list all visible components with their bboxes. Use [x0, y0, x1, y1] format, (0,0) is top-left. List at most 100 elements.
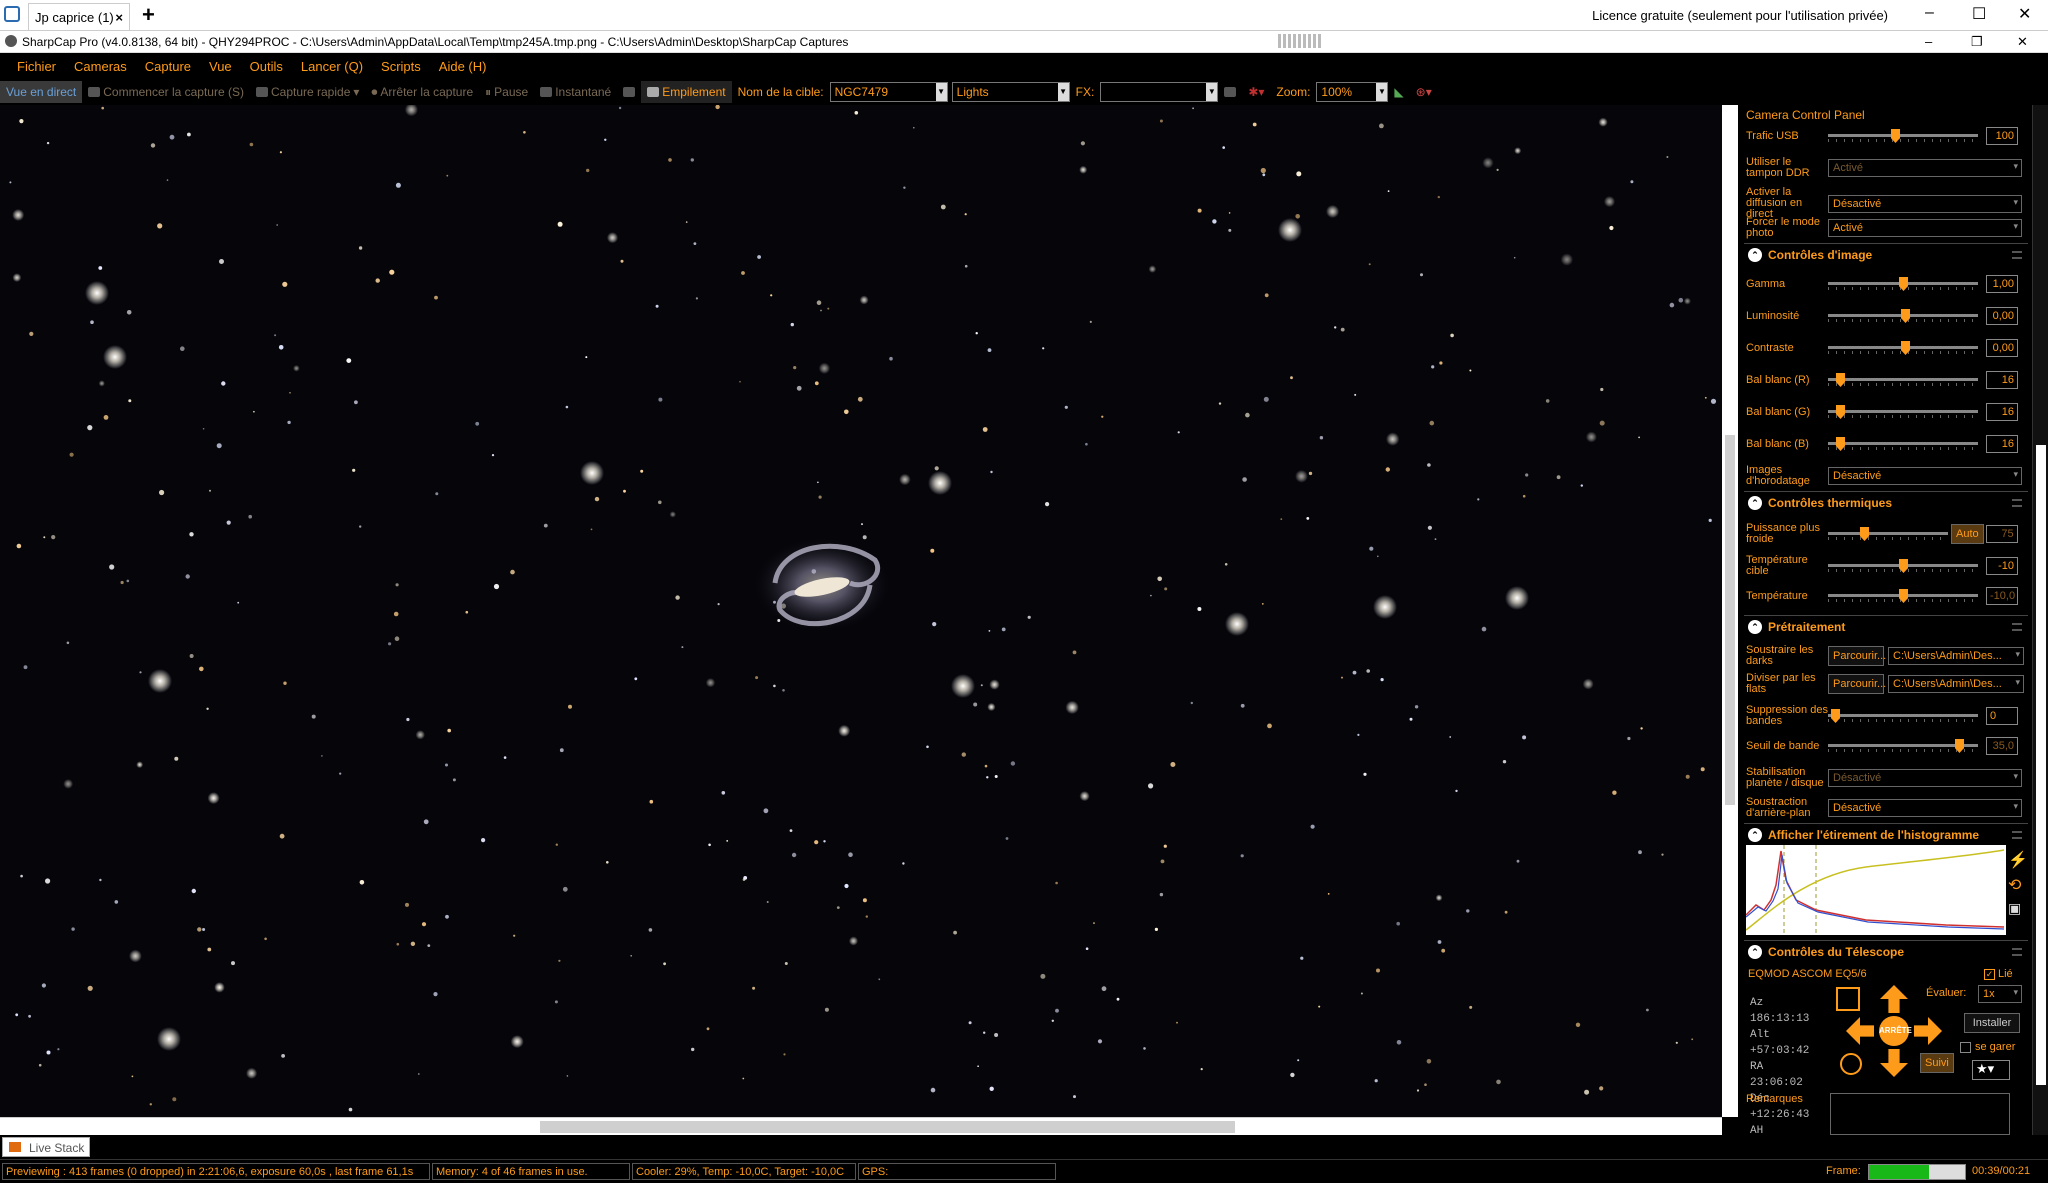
arrow-right-icon[interactable]: [1914, 1017, 1942, 1045]
app-minimize-button[interactable]: –: [1925, 34, 1932, 49]
band-threshold-value[interactable]: 35,0: [1986, 737, 2018, 755]
darks-browse-button[interactable]: Parcourir...: [1828, 646, 1886, 666]
chevron-down-icon[interactable]: ▾: [353, 85, 359, 99]
usb-traffic-slider[interactable]: [1828, 129, 1978, 143]
target-temp-slider[interactable]: [1828, 559, 1978, 573]
menu-file[interactable]: Fichier: [8, 59, 65, 74]
section-menu-icon[interactable]: [2012, 622, 2022, 631]
wb-blue-value[interactable]: 16: [1986, 435, 2018, 453]
rate-select[interactable]: 1x ▾: [1978, 985, 2022, 1003]
collapse-icon[interactable]: ⌃: [1748, 827, 1762, 842]
image-viewer[interactable]: [0, 105, 1722, 1117]
remote-toolbar-icon[interactable]: [1278, 34, 1323, 48]
menu-view[interactable]: Vue: [200, 59, 241, 74]
preprocessing-header[interactable]: ⌃ Prétraitement: [1744, 615, 2028, 637]
stacking-button[interactable]: Empilement: [641, 81, 732, 103]
menu-scripts[interactable]: Scripts: [372, 59, 430, 74]
photo-mode-select[interactable]: Activé ▾: [1828, 219, 2022, 237]
brightness-value[interactable]: 0,00: [1986, 307, 2018, 325]
contrast-value[interactable]: 0,00: [1986, 339, 2018, 357]
chevron-down-icon[interactable]: ▼: [1206, 83, 1218, 101]
display-icon[interactable]: [617, 87, 641, 97]
wb-green-value[interactable]: 16: [1986, 403, 2018, 421]
menu-tools[interactable]: Outils: [241, 59, 292, 74]
timestamp-select[interactable]: Désactivé ▾: [1828, 467, 2022, 485]
gamma-slider[interactable]: [1828, 277, 1978, 291]
stop-mount-button[interactable]: ARRÊTE: [1879, 1016, 1912, 1046]
flats-browse-button[interactable]: Parcourir...: [1828, 674, 1886, 694]
section-menu-icon[interactable]: [2012, 830, 2022, 839]
add-tab-button[interactable]: +: [142, 2, 155, 28]
chevron-down-icon[interactable]: ▼: [935, 83, 947, 101]
install-button[interactable]: Installer: [1964, 1013, 2020, 1033]
zoom-select[interactable]: 100% ▼: [1316, 82, 1389, 102]
menu-help[interactable]: Aide (H): [430, 59, 496, 74]
close-window-button[interactable]: ✕: [2018, 4, 2031, 24]
brightness-slider[interactable]: [1828, 309, 1978, 323]
viewer-horizontal-scrollbar[interactable]: [0, 1117, 1722, 1135]
wb-red-slider[interactable]: [1828, 373, 1978, 387]
gamma-value[interactable]: 1,00: [1986, 275, 2018, 293]
menu-cameras[interactable]: Cameras: [65, 59, 136, 74]
banding-slider[interactable]: [1828, 709, 1978, 723]
scroll-thumb[interactable]: [540, 1121, 1235, 1133]
quick-capture-button[interactable]: Capture rapide ▾: [250, 85, 365, 99]
wb-green-slider[interactable]: [1828, 405, 1978, 419]
arrow-left-icon[interactable]: [1846, 1017, 1874, 1045]
chevron-down-icon[interactable]: ▼: [1376, 83, 1388, 101]
auto-stretch-icon[interactable]: ⚡: [2008, 850, 2028, 872]
flats-path-select[interactable]: C:\Users\Admin\Des... ▾: [1888, 675, 2024, 693]
histogram-plot[interactable]: [1745, 845, 2006, 935]
live-view-button[interactable]: Vue en direct: [0, 81, 83, 103]
band-threshold-slider[interactable]: [1828, 739, 1978, 753]
collapse-icon[interactable]: ⌃: [1748, 619, 1762, 634]
darks-path-select[interactable]: C:\Users\Admin\Des... ▾: [1888, 647, 2024, 665]
save-icon[interactable]: ▣: [2008, 900, 2026, 922]
minimize-button[interactable]: –: [1925, 4, 1934, 22]
home-icon[interactable]: [1840, 1053, 1862, 1075]
image-controls-header[interactable]: ⌃ Contrôles d'image: [1744, 243, 2028, 265]
goto-icon[interactable]: [1836, 987, 1860, 1011]
crosshair-icon[interactable]: ✱▾: [1242, 85, 1270, 99]
telescope-header[interactable]: ⌃ Contrôles du Télescope: [1744, 940, 2028, 962]
remarks-input[interactable]: [1830, 1093, 2010, 1135]
section-menu-icon[interactable]: [2012, 498, 2022, 507]
background-select[interactable]: Désactivé ▾: [1828, 799, 2022, 817]
panel-scrollbar[interactable]: [2032, 105, 2048, 1135]
scroll-thumb[interactable]: [1725, 435, 1735, 805]
park-checkbox[interactable]: se garer: [1960, 1041, 2015, 1053]
collapse-icon[interactable]: ⌃: [1748, 944, 1762, 959]
collapse-icon[interactable]: ⌃: [1748, 247, 1762, 262]
linked-checkbox[interactable]: ✓ Lié: [1984, 968, 2013, 980]
menu-launch[interactable]: Lancer (Q): [292, 59, 372, 74]
collapse-icon[interactable]: ⌃: [1748, 495, 1762, 510]
wb-red-value[interactable]: 16: [1986, 371, 2018, 389]
chevron-down-icon[interactable]: ▼: [1057, 83, 1069, 101]
app-restore-button[interactable]: ❐: [1971, 34, 1983, 50]
histogram-header[interactable]: ⌃ Afficher l'étirement de l'histogramme: [1744, 823, 2028, 845]
start-capture-button[interactable]: Commencer la capture (S): [82, 85, 250, 99]
target-icon[interactable]: ⊛▾: [1410, 85, 1438, 99]
target-name-input[interactable]: NGC7479 ▼: [829, 82, 948, 102]
arrow-down-icon[interactable]: [1880, 1049, 1908, 1077]
viewer-vertical-scrollbar[interactable]: [1722, 105, 1738, 1117]
target-temp-value[interactable]: -10: [1986, 557, 2018, 575]
contrast-slider[interactable]: [1828, 341, 1978, 355]
track-button[interactable]: Suivi: [1920, 1053, 1954, 1073]
cooler-power-slider[interactable]: [1828, 527, 1948, 541]
arrow-up-icon[interactable]: [1880, 985, 1908, 1013]
mask-icon[interactable]: [1218, 87, 1242, 97]
section-menu-icon[interactable]: [2012, 947, 2022, 956]
stream-select[interactable]: Désactivé ▾: [1828, 194, 2022, 213]
banding-value[interactable]: 0: [1986, 707, 2018, 725]
live-stack-tab[interactable]: Live Stack: [2, 1137, 90, 1157]
stabilization-select[interactable]: Désactivé ▾: [1828, 769, 2022, 787]
maximize-button[interactable]: ☐: [1972, 4, 1986, 24]
usb-traffic-value[interactable]: 100: [1986, 127, 2018, 145]
pause-button[interactable]: ⏸ Pause: [479, 85, 534, 100]
histogram-icon[interactable]: ◣: [1388, 85, 1409, 99]
close-tab-icon[interactable]: ×: [115, 10, 123, 25]
ddr-select[interactable]: Activé ▾: [1828, 159, 2022, 177]
thermal-controls-header[interactable]: ⌃ Contrôles thermiques: [1744, 491, 2028, 513]
snapshot-button[interactable]: Instantané: [534, 85, 617, 99]
